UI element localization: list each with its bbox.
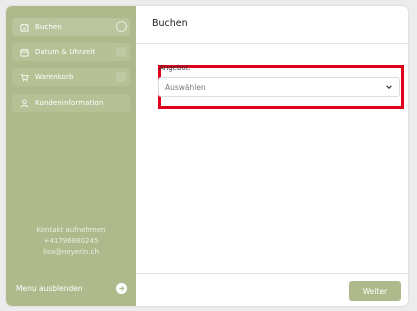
header-divider bbox=[136, 43, 408, 44]
arrow-right-icon[interactable] bbox=[116, 282, 127, 294]
contact-title: Kontakt aufnehmen bbox=[36, 226, 106, 234]
offer-select-value: Auswählen bbox=[165, 82, 206, 92]
contact-email[interactable]: lisa@neyerin.ch bbox=[6, 247, 136, 258]
sidebar: Buchen Datum & Uhrzeit Warenkorb Kundeni… bbox=[6, 6, 136, 306]
contact-phone[interactable]: +41796880245 bbox=[6, 236, 136, 247]
step-status-box bbox=[116, 47, 126, 57]
footer-divider bbox=[136, 273, 408, 274]
main-content: Buchen Angebot: Auswählen Weiter bbox=[136, 6, 408, 306]
hide-menu-button[interactable]: Menu ausblenden bbox=[6, 270, 136, 306]
calendar-icon bbox=[17, 45, 31, 59]
sidebar-item-warenkorb[interactable]: Warenkorb bbox=[12, 68, 130, 86]
offer-select[interactable]: Auswählen bbox=[158, 77, 400, 97]
offer-label: Angebot: bbox=[159, 64, 191, 72]
calendar-check-icon bbox=[17, 20, 31, 34]
sidebar-item-label: Datum & Uhrzeit bbox=[35, 48, 96, 56]
chevron-down-icon bbox=[386, 85, 392, 89]
sidebar-item-buchen[interactable]: Buchen bbox=[12, 18, 130, 36]
next-button[interactable]: Weiter bbox=[349, 281, 401, 301]
sidebar-item-label: Warenkorb bbox=[35, 73, 74, 81]
step-status-circle bbox=[116, 21, 127, 32]
sidebar-item-datum-uhrzeit[interactable]: Datum & Uhrzeit bbox=[12, 43, 130, 61]
cart-icon bbox=[17, 70, 31, 84]
sidebar-item-label: Kundeninformation bbox=[35, 99, 104, 107]
sidebar-item-label: Buchen bbox=[35, 23, 62, 31]
page-title: Buchen bbox=[152, 18, 188, 29]
booking-window: Buchen Datum & Uhrzeit Warenkorb Kundeni… bbox=[6, 6, 408, 306]
person-icon bbox=[17, 96, 31, 110]
sidebar-item-kundeninformation[interactable]: Kundeninformation bbox=[12, 94, 130, 112]
hide-menu-label: Menu ausblenden bbox=[16, 283, 83, 293]
step-status-box bbox=[116, 72, 126, 82]
